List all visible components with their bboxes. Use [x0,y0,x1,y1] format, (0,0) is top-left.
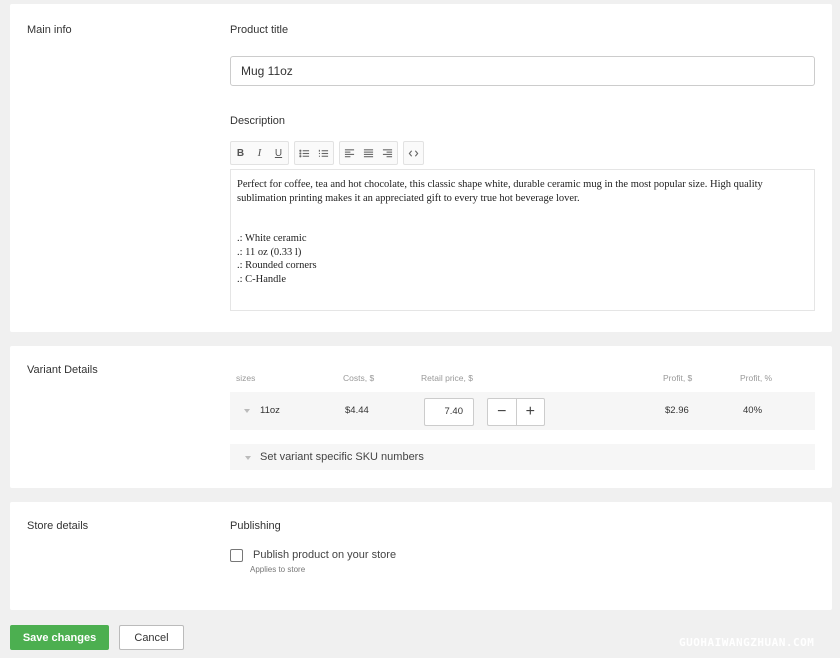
variant-cost: $4.44 [345,405,369,416]
publishing-label: Publishing [230,520,281,532]
cancel-button[interactable]: Cancel [119,625,184,650]
sku-toggle-label: Set variant specific SKU numbers [260,451,424,463]
code-group [403,141,424,165]
description-label: Description [230,115,286,127]
variant-size: 11oz [260,405,280,416]
chevron-down-icon[interactable] [244,409,250,413]
store-details-label: Store details [27,520,89,532]
align-right-icon[interactable] [378,142,397,164]
retail-price-input[interactable]: 7.40 [424,398,474,426]
product-title-label: Product title [230,24,289,36]
price-stepper: − + [487,398,545,426]
numbered-list-icon[interactable] [314,142,333,164]
list-group [294,141,334,165]
text-style-group: B I U [230,141,289,165]
editor-toolbar: B I U [230,141,424,167]
align-center-icon[interactable] [359,142,378,164]
increase-button[interactable]: + [517,399,545,425]
profit-percent-header: Profit, % [740,373,773,383]
publish-checkbox-label[interactable]: Publish product on your store [253,549,396,561]
variant-details-label: Variant Details [27,364,98,376]
description-editor[interactable]: Perfect for coffee, tea and hot chocolat… [230,169,815,311]
product-title-input[interactable]: Mug 11oz [230,56,815,86]
save-button[interactable]: Save changes [10,625,109,650]
watermark: GUOHAIWANGZHUAN.COM [679,636,815,649]
description-paragraph: Perfect for coffee, tea and hot chocolat… [237,179,763,204]
bullet-list-icon[interactable] [295,142,314,164]
align-left-icon[interactable] [340,142,359,164]
costs-header: Costs, $ [343,373,375,383]
description-bullet: .: 11 oz (0.33 l) [237,246,302,258]
variant-profit: $2.96 [665,405,689,416]
align-group [339,141,398,165]
bold-button[interactable]: B [231,142,250,164]
sizes-header: sizes [236,373,256,383]
publish-sub-text: Applies to store [250,565,306,574]
sku-toggle[interactable]: Set variant specific SKU numbers [230,444,815,470]
store-details-card: Store details Publishing [10,502,832,610]
description-bullet: .: Rounded corners [237,260,317,271]
chevron-down-icon [245,456,251,460]
description-bullet: .: White ceramic [237,233,307,244]
variant-row: 11oz $4.44 7.40 − + $2.96 40% [230,392,815,430]
main-info-card: Main info Product title Mug 11oz Descrip… [10,4,832,332]
main-info-label: Main info [27,24,72,36]
italic-button[interactable]: I [250,142,269,164]
retail-price-header: Retail price, $ [421,373,473,383]
variant-profit-percent: 40% [743,405,763,416]
code-icon[interactable] [404,142,423,164]
publish-checkbox[interactable] [230,549,243,562]
profit-header: Profit, $ [663,373,693,383]
decrease-button[interactable]: − [488,399,517,425]
description-bullet: .: C-Handle [237,273,286,285]
underline-button[interactable]: U [269,142,288,164]
